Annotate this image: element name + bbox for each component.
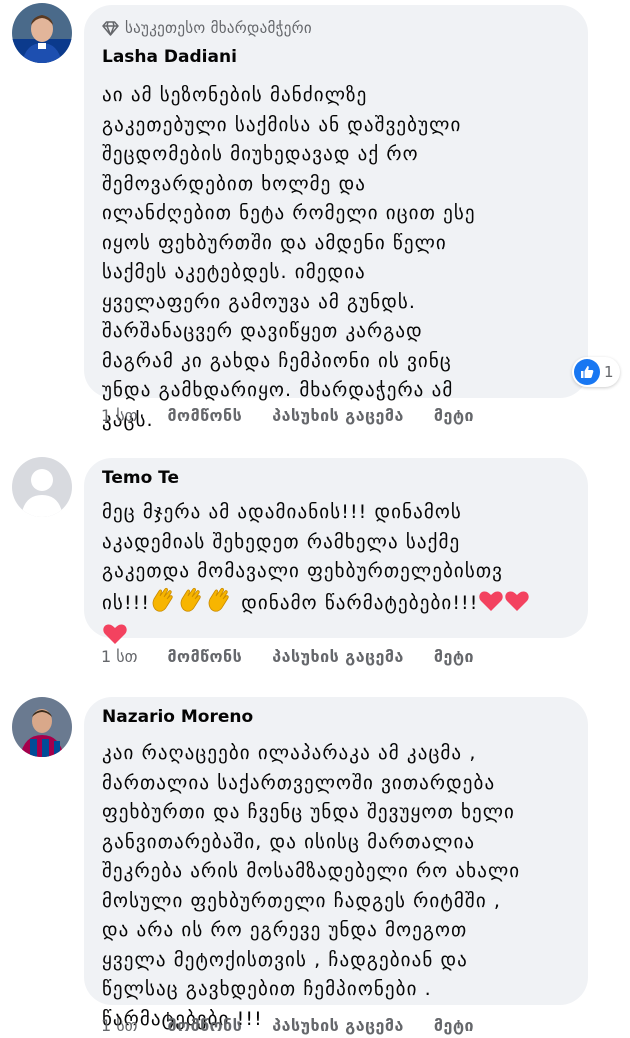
comment-text: მეც მჯერა ამ ადამიანის!!! დინამოს აკადემ…	[102, 498, 568, 656]
reply-button[interactable]: პასუხის გაცემა	[272, 647, 404, 666]
more-button[interactable]: მეტი	[434, 406, 474, 425]
avatar[interactable]	[12, 697, 72, 757]
comment-actions: 1 სთ მომწონს პასუხის გაცემა მეტი	[101, 643, 504, 669]
author-name[interactable]: Nazario Moreno	[102, 705, 568, 729]
timestamp[interactable]: 1 სთ	[101, 406, 137, 425]
clapping-hands-icon	[150, 587, 178, 623]
comment-bubble: Nazario Moreno კაი რაღაცეები ილაპარაკა ა…	[84, 697, 588, 1030]
timestamp[interactable]: 1 სთ	[101, 1016, 137, 1035]
reaction-summary[interactable]: 1	[572, 357, 620, 387]
more-button[interactable]: მეტი	[434, 647, 474, 666]
comment-actions: 1 სთ მომწონს პასუხის გაცემა მეტი	[101, 402, 504, 428]
avatar[interactable]	[12, 457, 72, 517]
reaction-count: 1	[604, 363, 614, 381]
comment-text: კაი რაღაცეები ილაპარაკა ამ კაცმა , მართა…	[102, 742, 521, 1030]
like-reaction-icon	[574, 359, 600, 385]
diamond-icon	[102, 20, 119, 36]
timestamp[interactable]: 1 სთ	[101, 647, 137, 666]
author-name[interactable]: Temo Te	[102, 466, 568, 490]
like-button[interactable]: მომწონს	[167, 647, 242, 666]
reply-button[interactable]: პასუხის გაცემა	[272, 406, 404, 425]
comment-bubble: Temo Te მეც მჯერა ამ ადამიანის!!! დინამო…	[84, 458, 588, 644]
heart-icon	[478, 589, 504, 623]
reply-button[interactable]: პასუხის გაცემა	[272, 1016, 404, 1035]
profile-photo	[12, 697, 72, 757]
author-name[interactable]: Lasha Dadiani	[102, 45, 568, 69]
default-avatar-icon	[12, 457, 72, 517]
top-fan-badge[interactable]: საუკეთესო მხარდამჭერი	[102, 11, 568, 45]
clapping-hands-icon	[178, 587, 206, 623]
profile-photo	[12, 3, 72, 63]
like-button[interactable]: მომწონს	[167, 1016, 242, 1035]
clapping-hands-icon	[206, 587, 234, 623]
comment-text: აი ამ სეზონების მანძილზე გაკეთებული საქმ…	[102, 84, 476, 431]
badge-label: საუკეთესო მხარდამჭერი	[125, 19, 312, 37]
heart-icon	[504, 589, 530, 623]
more-button[interactable]: მეტი	[434, 1016, 474, 1035]
comment-text-part2: დინამო წარმატებები!!!	[234, 591, 479, 614]
comment-bubble: საუკეთესო მხარდამჭერი Lasha Dadiani აი ა…	[84, 5, 588, 431]
avatar[interactable]	[12, 3, 72, 63]
comment-actions: 1 სთ მომწონს პასუხის გაცემა მეტი	[101, 1012, 504, 1038]
like-button[interactable]: მომწონს	[167, 406, 242, 425]
